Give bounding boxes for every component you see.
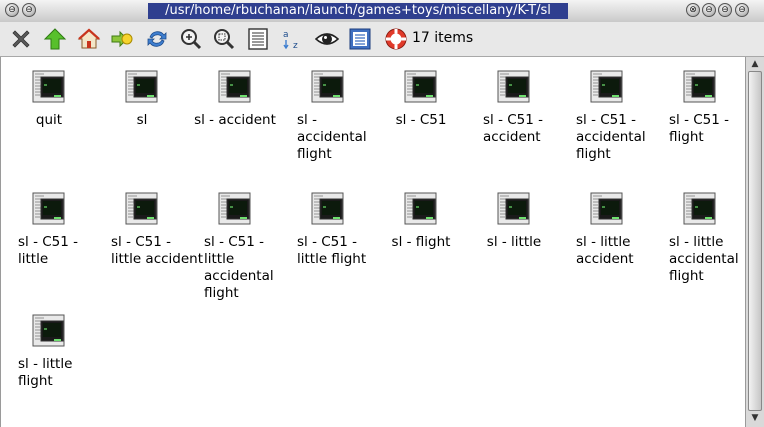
svg-text:z: z bbox=[293, 41, 298, 51]
zoom-in-icon[interactable] bbox=[179, 27, 203, 51]
terminal-app-icon[interactable] bbox=[218, 192, 252, 226]
file-label[interactable]: sl - C51 - little accidental flight bbox=[204, 234, 304, 302]
select-icon[interactable] bbox=[348, 27, 372, 51]
file-label[interactable]: sl - C51 - little bbox=[18, 234, 118, 268]
file-label[interactable]: sl - little accident bbox=[576, 234, 676, 268]
up-icon[interactable] bbox=[43, 27, 67, 51]
terminal-app-icon[interactable] bbox=[311, 192, 345, 226]
terminal-app-icon[interactable] bbox=[218, 70, 252, 104]
terminal-app-icon[interactable] bbox=[590, 192, 624, 226]
file-label[interactable]: sl - little bbox=[461, 234, 567, 251]
file-label[interactable]: sl - C51 - accident bbox=[483, 112, 583, 146]
terminal-app-icon[interactable] bbox=[497, 70, 531, 104]
refresh-icon[interactable] bbox=[145, 27, 169, 51]
file-label[interactable]: sl - accidental flight bbox=[297, 112, 397, 163]
sort-icon[interactable]: az bbox=[280, 27, 304, 51]
terminal-app-icon[interactable] bbox=[125, 192, 159, 226]
terminal-app-icon[interactable] bbox=[683, 192, 717, 226]
file-label[interactable]: sl - little flight bbox=[18, 356, 118, 390]
terminal-app-icon[interactable] bbox=[125, 70, 159, 104]
terminal-app-icon[interactable] bbox=[590, 70, 624, 104]
file-label[interactable]: sl - accident bbox=[182, 112, 288, 129]
file-label[interactable]: sl - flight bbox=[368, 234, 474, 251]
home-icon[interactable] bbox=[77, 27, 101, 51]
scroll-up-arrow[interactable]: ▲ bbox=[748, 58, 762, 70]
help-icon[interactable] bbox=[384, 27, 408, 51]
window-lower-button[interactable]: ⊖ bbox=[735, 3, 749, 17]
terminal-app-icon[interactable] bbox=[32, 192, 66, 226]
vertical-scrollbar[interactable]: ▲ ▼ bbox=[745, 57, 764, 427]
svg-text:a: a bbox=[283, 30, 289, 40]
window-title: /usr/home/rbuchanan/launch/games+toys/mi… bbox=[148, 3, 568, 19]
terminal-app-icon[interactable] bbox=[311, 70, 345, 104]
terminal-app-icon[interactable] bbox=[32, 314, 66, 348]
file-label[interactable]: quit bbox=[18, 112, 80, 129]
show-hidden-icon[interactable] bbox=[315, 27, 339, 51]
file-label[interactable]: sl - C51 - accidental flight bbox=[576, 112, 676, 163]
zoom-fit-icon[interactable] bbox=[212, 27, 236, 51]
terminal-app-icon[interactable] bbox=[404, 192, 438, 226]
terminal-app-icon[interactable] bbox=[32, 70, 66, 104]
scroll-down-arrow[interactable]: ▼ bbox=[748, 412, 762, 424]
title-bar: ⊖ ⊖ /usr/home/rbuchanan/launch/games+toy… bbox=[0, 0, 764, 23]
window-maximize-button[interactable]: ⊖ bbox=[718, 3, 732, 17]
file-grid: quit sl sl - accident sl - accidental fligh… bbox=[0, 57, 745, 427]
goto-icon[interactable] bbox=[110, 27, 134, 51]
window-shade-button[interactable]: ⊖ bbox=[22, 3, 36, 17]
file-label[interactable]: sl - C51 - little accident bbox=[111, 234, 211, 268]
window-menu-button[interactable]: ⊖ bbox=[5, 3, 19, 17]
scroll-thumb[interactable] bbox=[748, 71, 762, 411]
window-close-button[interactable]: ⊗ bbox=[686, 3, 700, 17]
window-iconify-button[interactable]: ⊖ bbox=[702, 3, 716, 17]
close-icon[interactable] bbox=[9, 27, 33, 51]
toolbar: az 17 items bbox=[0, 22, 764, 57]
details-view-icon[interactable] bbox=[246, 27, 270, 51]
file-label[interactable]: sl - C51 bbox=[390, 112, 452, 129]
file-label[interactable]: sl bbox=[111, 112, 173, 129]
terminal-app-icon[interactable] bbox=[683, 70, 717, 104]
terminal-app-icon[interactable] bbox=[404, 70, 438, 104]
item-count: 17 items bbox=[412, 30, 474, 46]
terminal-app-icon[interactable] bbox=[497, 192, 531, 226]
